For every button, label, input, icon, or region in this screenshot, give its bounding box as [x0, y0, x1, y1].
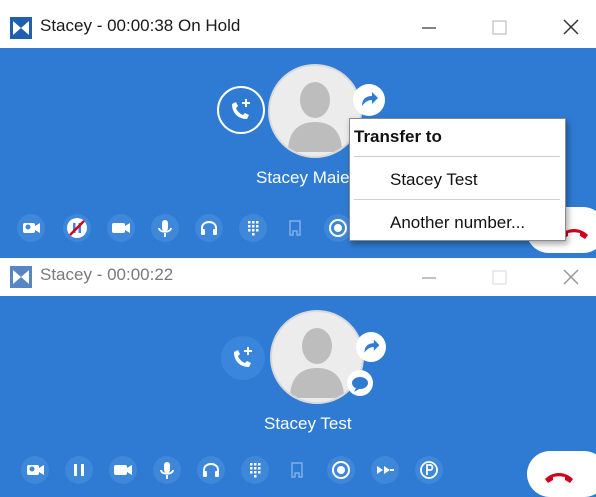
call-panel: Stacey Test	[0, 296, 596, 497]
transfer-arrow-icon	[364, 339, 380, 353]
hang-up-button[interactable]	[527, 451, 596, 497]
window-title: Stacey - 00:00:38 On Hold	[40, 16, 241, 35]
park-button[interactable]	[415, 456, 443, 484]
video-button[interactable]	[109, 456, 137, 484]
transfer-menu: Transfer to Stacey Test Another number..…	[349, 118, 566, 241]
call-window-active: Stacey - 00:00:22 Stacey Test	[0, 258, 596, 497]
park-icon	[420, 461, 438, 479]
dialpad-button[interactable]	[239, 214, 267, 242]
close-button[interactable]	[552, 262, 592, 290]
maximize-icon	[492, 270, 507, 285]
mic-icon	[160, 462, 174, 479]
video-contact-icon	[23, 223, 40, 233]
transfer-option-another-number[interactable]: Another number...	[390, 213, 525, 233]
video-contact-button[interactable]	[17, 214, 45, 242]
video-icon	[114, 465, 132, 475]
title-bar: Stacey - 00:00:38 On Hold	[0, 0, 596, 48]
app-logo-icon	[10, 17, 32, 39]
close-button[interactable]	[552, 12, 592, 40]
maximize-button[interactable]	[479, 12, 519, 40]
transfer-button[interactable]	[353, 84, 385, 116]
transfer-button[interactable]	[356, 332, 386, 362]
no-hold-icon	[67, 218, 87, 238]
hold-toggle-button[interactable]	[63, 214, 91, 242]
chat-button[interactable]	[347, 370, 373, 396]
contact-avatar	[268, 64, 362, 158]
merge-icon	[377, 466, 394, 474]
video-icon	[112, 223, 130, 233]
headset-button[interactable]	[195, 214, 223, 242]
record-icon	[332, 461, 350, 479]
headset-icon	[201, 221, 217, 235]
title-bar: Stacey - 00:00:22	[0, 258, 596, 296]
transfer-menu-header: Transfer to	[354, 127, 442, 146]
mute-button[interactable]	[153, 456, 181, 484]
minimize-icon	[422, 277, 436, 279]
dialpad-button[interactable]	[241, 456, 269, 484]
window-title: Stacey - 00:00:22	[40, 265, 174, 284]
record-button[interactable]	[324, 214, 352, 242]
record-button[interactable]	[327, 456, 355, 484]
transfer-call-icon	[289, 220, 301, 236]
pause-icon	[74, 464, 84, 476]
record-icon	[329, 219, 347, 237]
chat-bubble-icon	[352, 377, 368, 392]
close-icon	[563, 269, 579, 285]
app-logo-icon	[10, 266, 32, 288]
add-call-icon	[232, 99, 250, 119]
video-contact-icon	[27, 465, 44, 475]
transfer-call-button[interactable]	[283, 456, 311, 484]
minimize-button[interactable]	[408, 262, 448, 290]
dialpad-icon	[250, 463, 261, 478]
minimize-button[interactable]	[408, 12, 448, 40]
hold-button[interactable]	[65, 456, 93, 484]
minimize-icon	[422, 27, 436, 29]
person-silhouette-icon	[288, 82, 342, 152]
caller-name: Stacey Test	[264, 414, 352, 433]
hang-up-phone-icon	[545, 473, 573, 483]
menu-divider	[354, 199, 560, 200]
add-call-icon	[234, 347, 252, 367]
merge-button[interactable]	[371, 456, 399, 484]
transfer-call-icon	[291, 462, 303, 478]
close-icon	[563, 19, 579, 35]
call-window-on-hold: Stacey - 00:00:38 On Hold Stacey Maie Tr…	[0, 0, 596, 258]
dialpad-icon	[248, 221, 259, 236]
transfer-call-button[interactable]	[281, 214, 309, 242]
video-contact-button[interactable]	[21, 456, 49, 484]
caller-name: Stacey Maie	[256, 168, 350, 187]
transfer-option-stacey-test[interactable]: Stacey Test	[390, 170, 478, 190]
menu-divider	[354, 156, 560, 157]
maximize-icon	[492, 20, 507, 35]
video-button[interactable]	[107, 214, 135, 242]
mute-button[interactable]	[151, 214, 179, 242]
headset-button[interactable]	[197, 456, 225, 484]
mic-icon	[158, 220, 172, 237]
maximize-button[interactable]	[479, 262, 519, 290]
headset-icon	[203, 463, 219, 477]
add-call-button[interactable]	[217, 86, 265, 134]
add-call-button[interactable]	[221, 336, 265, 380]
transfer-arrow-icon	[362, 92, 378, 106]
